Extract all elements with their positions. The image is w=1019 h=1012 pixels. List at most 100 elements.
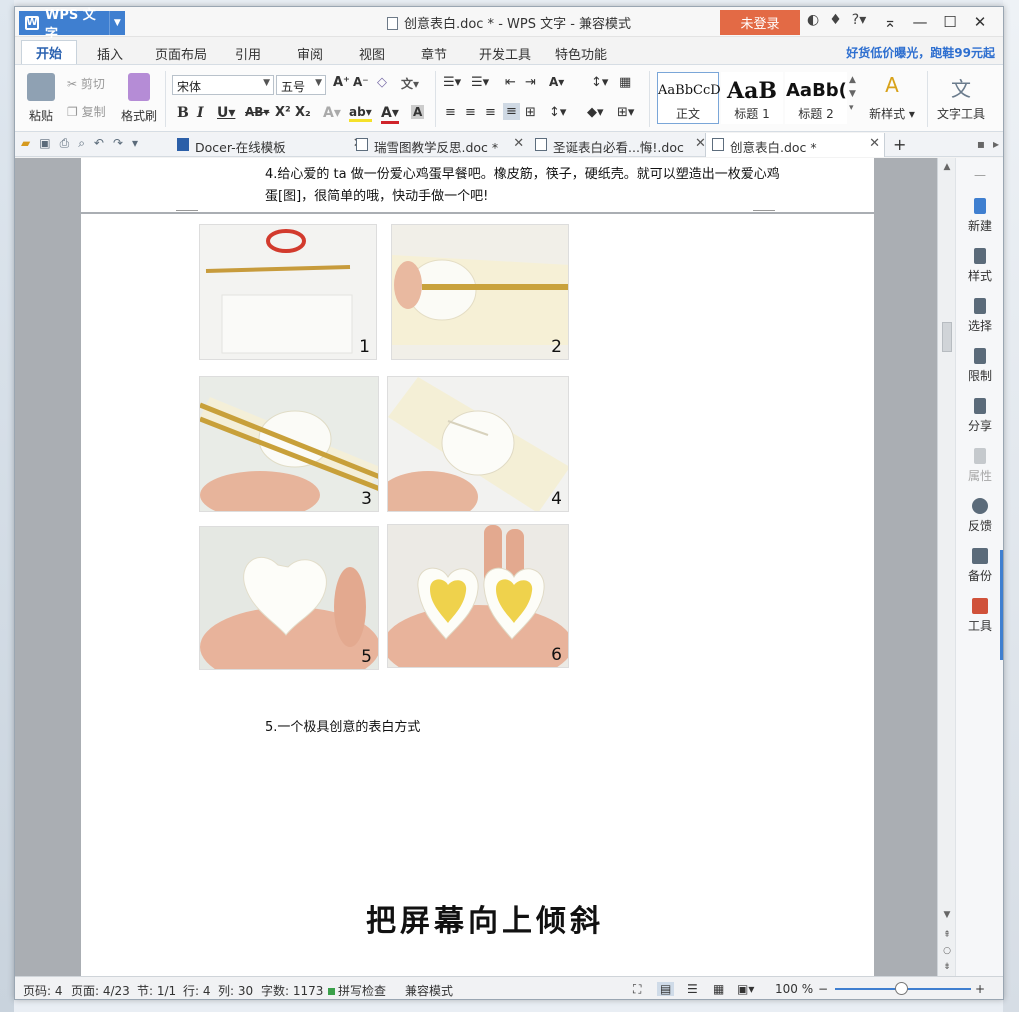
side-panel-handle[interactable] [1000, 550, 1003, 660]
doc-tab-ruixue[interactable]: 瑞雪图教学反思.doc * ✕ [350, 133, 524, 157]
tab-review[interactable]: 审阅 [283, 42, 337, 65]
side-properties[interactable]: 属性 [956, 448, 1003, 484]
sort-icon[interactable]: ↕▾ [591, 75, 608, 90]
phonetic-icon[interactable]: 文▾ [401, 75, 419, 92]
paragraph-4-line-2[interactable]: 蛋[图]，很简单的哦，快动手做一个吧! [265, 186, 488, 208]
scroll-top-icon[interactable]: ▲ [938, 162, 956, 172]
style-normal[interactable]: AaBbCcD 正文 [657, 72, 721, 124]
side-backup[interactable]: 备份 [956, 548, 1003, 584]
promo-link[interactable]: 好货低价曝光，跑鞋99元起 [846, 44, 995, 61]
side-tools[interactable]: 工具 [956, 598, 1003, 634]
shirt-icon[interactable]: ♦ [829, 12, 842, 28]
decrease-indent-icon[interactable]: ⇤ [505, 75, 516, 90]
collapse-ribbon-icon[interactable]: ⌅ [875, 10, 905, 34]
close-icon[interactable]: ✕ [869, 136, 880, 151]
subscript-icon[interactable]: X₂ [295, 105, 311, 120]
highlight-icon[interactable]: ab▾ [349, 105, 372, 122]
tab-chapter[interactable]: 章节 [407, 42, 461, 65]
paragraph-5[interactable]: 5.一个极具创意的表白方式 [265, 717, 420, 739]
panel-collapse-icon[interactable]: — [956, 168, 1003, 182]
style-heading-2[interactable]: AaBb( 标题 2 [785, 72, 847, 124]
line-spacing-icon[interactable]: ↕▾ [549, 105, 566, 120]
style-heading-1[interactable]: AaB 标题 1 [721, 72, 783, 124]
paragraph-4-line-1[interactable]: 4.给心爱的 ta 做一份爱心鸡蛋早餐吧。橡皮筋，筷子，硬纸壳。就可以塑造出一枚… [265, 164, 780, 186]
maximize-button[interactable]: ☐ [935, 10, 965, 34]
align-right-icon[interactable]: ≡ [485, 105, 496, 120]
help-icon[interactable]: ?▾ [852, 12, 866, 28]
prev-page-icon[interactable]: ⇞ [938, 930, 956, 940]
strikethrough-icon[interactable]: AB▾ [245, 105, 269, 119]
text-effect-icon[interactable]: A▾ [323, 105, 341, 121]
format-painter-button[interactable]: 格式刷 [119, 73, 159, 124]
style-gallery-scroll[interactable]: ▲ ▼ ▾ [849, 73, 856, 115]
undo-icon[interactable]: ↶ [94, 136, 104, 151]
font-color-icon[interactable]: A▾ [381, 105, 399, 124]
side-feedback[interactable]: 反馈 [956, 498, 1003, 534]
tab-references[interactable]: 引用 [221, 42, 275, 65]
photo-step-3[interactable]: 3 [199, 376, 379, 512]
tab-view[interactable]: 视图 [345, 42, 399, 65]
italic-icon[interactable]: I [197, 105, 204, 121]
font-size-select[interactable]: 五号 ▼ [276, 75, 326, 95]
customize-icon[interactable]: ▾ [132, 136, 138, 151]
align-center-icon[interactable]: ≡ [465, 105, 476, 120]
superscript-icon[interactable]: X² [275, 105, 291, 120]
new-tab-button[interactable]: + [889, 131, 914, 155]
table-icon[interactable]: ▦ [619, 75, 631, 90]
doc-tab-christmas[interactable]: 圣诞表白必看...悔!.doc ✕ [529, 133, 706, 157]
shrink-font-icon[interactable]: A⁻ [353, 75, 369, 89]
new-style-button[interactable]: A 新样式 ▾ [865, 73, 919, 122]
tab-developer[interactable]: 开发工具 [465, 42, 545, 65]
clear-format-icon[interactable]: ◇ [377, 75, 387, 90]
document-area[interactable]: 4.给心爱的 ta 做一份爱心鸡蛋早餐吧。橡皮筋，筷子，硬纸壳。就可以塑造出一枚… [15, 158, 937, 976]
photo-step-1[interactable]: 1 [199, 224, 377, 360]
close-button[interactable]: ✕ [965, 10, 995, 34]
fullscreen-icon[interactable]: ⛶ [633, 982, 641, 997]
bold-icon[interactable]: B [177, 105, 189, 121]
vertical-scrollbar[interactable]: ▲ ▼ ⇞ ○ ⇟ [937, 158, 955, 976]
zoom-level[interactable]: 100 % [775, 982, 813, 996]
cut-button[interactable]: ✂ 剪切 [67, 75, 105, 92]
reading-view-icon[interactable]: ▣▾ [737, 982, 754, 996]
underline-icon[interactable]: U▾ [217, 105, 235, 121]
doc-tab-docer[interactable]: Docer-在线模板 ✕ [171, 133, 364, 157]
doc-tab-active[interactable]: 创意表白.doc * ✕ [705, 133, 885, 157]
paste-button[interactable]: 粘贴 [23, 73, 59, 124]
copy-button[interactable]: ❐ 复制 [67, 103, 106, 120]
web-view-icon[interactable]: ▦ [713, 982, 724, 996]
minimize-button[interactable]: — [905, 10, 935, 34]
side-restrict[interactable]: 限制 [956, 348, 1003, 384]
zoom-in-icon[interactable]: + [975, 982, 985, 996]
zoom-out-icon[interactable]: − [818, 982, 828, 996]
border-icon[interactable]: ⊞▾ [617, 105, 634, 120]
zoom-slider-knob[interactable] [895, 982, 908, 995]
login-button[interactable]: 未登录 [720, 10, 800, 35]
bullets-icon[interactable]: ☰▾ [443, 75, 461, 90]
photo-step-4[interactable]: 4 [387, 376, 569, 512]
next-page-icon[interactable]: ⇟ [938, 962, 956, 972]
side-select[interactable]: 选择 [956, 298, 1003, 334]
grow-font-icon[interactable]: A⁺ [333, 75, 350, 90]
redo-icon[interactable]: ↷ [113, 136, 123, 151]
justify-icon[interactable]: ≡ [503, 103, 520, 120]
print-icon[interactable]: ⎙ [60, 136, 70, 151]
status-words[interactable]: 字数: 1173 [261, 982, 323, 999]
tab-insert[interactable]: 插入 [83, 42, 137, 65]
align-left-icon[interactable]: ≡ [445, 105, 456, 120]
side-style[interactable]: 样式 [956, 248, 1003, 284]
tab-features[interactable]: 特色功能 [541, 42, 621, 65]
open-icon[interactable]: ▰ [21, 136, 30, 151]
side-new[interactable]: 新建 [956, 198, 1003, 234]
close-icon[interactable]: ✕ [513, 136, 524, 151]
side-share[interactable]: 分享 [956, 398, 1003, 434]
save-icon[interactable]: ▣ [39, 136, 50, 151]
increase-indent-icon[interactable]: ⇥ [525, 75, 536, 90]
photo-step-6[interactable]: 6 [387, 524, 569, 668]
spell-check-toggle[interactable]: 拼写检查 [328, 982, 386, 999]
skin-icon[interactable]: ◐ [807, 12, 819, 28]
tab-home[interactable]: 开始 [21, 40, 78, 65]
scroll-thumb[interactable] [942, 322, 952, 352]
browse-object-icon[interactable]: ○ [938, 946, 956, 956]
photo-step-2[interactable]: 2 [391, 224, 569, 360]
numbering-icon[interactable]: ☰▾ [471, 75, 489, 90]
